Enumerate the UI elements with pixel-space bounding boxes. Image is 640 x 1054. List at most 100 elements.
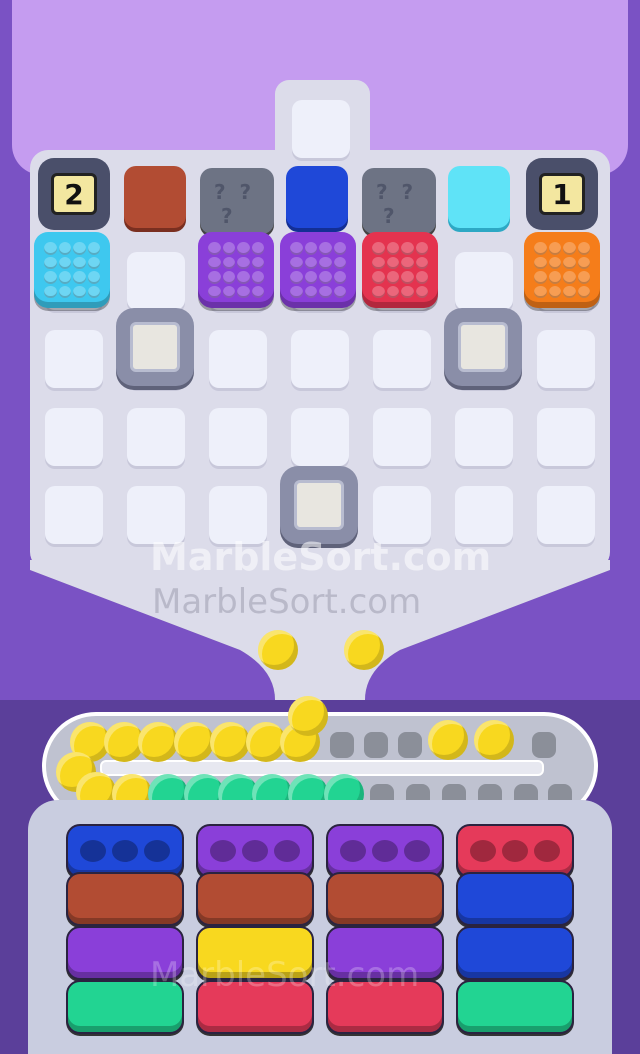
color-slot-blue[interactable] <box>286 166 348 228</box>
gear-hole <box>130 322 180 372</box>
crate-marble <box>251 271 264 284</box>
crate-marble <box>534 285 547 298</box>
crate-marble <box>58 256 71 269</box>
crate-marble <box>87 285 100 298</box>
crate-marble <box>563 256 576 269</box>
gear-slot[interactable] <box>280 466 358 544</box>
crate-marble <box>401 242 414 255</box>
crate-marble <box>208 271 221 284</box>
marble-yellow <box>288 696 328 736</box>
crate-marble <box>44 271 57 284</box>
color-slot-brick[interactable] <box>124 166 186 228</box>
mystery-stone-block[interactable] <box>362 168 436 234</box>
marble-yellow <box>428 720 468 760</box>
crate-marble <box>548 285 561 298</box>
marble-yellow <box>474 720 514 760</box>
bin-brick[interactable] <box>196 872 314 926</box>
bin-lid-purple[interactable] <box>196 824 314 878</box>
bin-hole <box>274 840 300 862</box>
crate-marble <box>333 271 346 284</box>
crate-marble <box>304 271 317 284</box>
board-cell[interactable] <box>373 330 431 388</box>
color-slot-light-cyan[interactable] <box>448 166 510 228</box>
board-cell[interactable] <box>291 408 349 466</box>
crate-marble <box>372 285 385 298</box>
crate-marble <box>319 285 332 298</box>
crate-marble <box>87 256 100 269</box>
bin-green[interactable] <box>456 980 574 1034</box>
lock-tag-1[interactable]: 1 <box>526 158 598 230</box>
board-cell[interactable] <box>209 330 267 388</box>
board-cell[interactable] <box>292 100 350 158</box>
bin-hole <box>112 840 138 862</box>
board-cell[interactable] <box>537 330 595 388</box>
crate-marble <box>577 242 590 255</box>
crate-marble <box>386 256 399 269</box>
crate-marble <box>372 256 385 269</box>
empty-track-slot <box>364 732 388 758</box>
board-cell[interactable] <box>45 486 103 544</box>
board-cell[interactable] <box>537 408 595 466</box>
board-cell[interactable] <box>127 252 185 310</box>
lock-tag-2[interactable]: 2 <box>38 158 110 230</box>
marble-crate-red[interactable] <box>362 232 438 308</box>
empty-track-slot <box>398 732 422 758</box>
crate-marble <box>319 271 332 284</box>
gear-slot[interactable] <box>116 308 194 386</box>
board-cell[interactable] <box>373 408 431 466</box>
crate-marble <box>548 256 561 269</box>
bin-lid-pink[interactable] <box>456 824 574 878</box>
crate-marble <box>304 285 317 298</box>
crate-marble <box>251 256 264 269</box>
crate-marble <box>222 285 235 298</box>
bin-brick[interactable] <box>66 872 184 926</box>
crate-marble <box>290 256 303 269</box>
crate-marble <box>73 256 86 269</box>
bin-hole <box>372 840 398 862</box>
board-cell[interactable] <box>209 408 267 466</box>
bin-lid-purple[interactable] <box>326 824 444 878</box>
board-cell[interactable] <box>537 486 595 544</box>
crate-marble <box>304 256 317 269</box>
board-cell[interactable] <box>291 330 349 388</box>
gear-hole <box>294 480 344 530</box>
board-cell[interactable] <box>455 252 513 310</box>
crate-marble <box>304 242 317 255</box>
crate-marble <box>548 271 561 284</box>
gear-slot[interactable] <box>444 308 522 386</box>
crate-marble <box>44 285 57 298</box>
bin-hole <box>534 840 560 862</box>
marble-crate-purple[interactable] <box>198 232 274 308</box>
crate-marble <box>44 256 57 269</box>
marble-yellow <box>174 722 214 762</box>
crate-marble <box>237 256 250 269</box>
crate-marble <box>58 285 71 298</box>
bin-blue[interactable] <box>456 872 574 926</box>
marble-yellow <box>344 630 384 670</box>
crate-marble <box>208 242 221 255</box>
crate-marble <box>237 242 250 255</box>
marble-crate-orange[interactable] <box>524 232 600 308</box>
crate-marble <box>251 242 264 255</box>
crate-marble <box>290 285 303 298</box>
lock-number: 2 <box>51 173 97 215</box>
bin-blue[interactable] <box>456 926 574 980</box>
bin-hole <box>502 840 528 862</box>
board-cell[interactable] <box>127 408 185 466</box>
crate-marble <box>563 242 576 255</box>
marble-crate-purple[interactable] <box>280 232 356 308</box>
mystery-stone-block[interactable] <box>200 168 274 234</box>
crate-marble <box>577 271 590 284</box>
funnel <box>0 560 640 700</box>
bin-hole <box>80 840 106 862</box>
bin-lid-blue[interactable] <box>66 824 184 878</box>
board-cell[interactable] <box>455 408 513 466</box>
marble-crate-cyan[interactable] <box>34 232 110 308</box>
crate-marble <box>44 242 57 255</box>
bin-brick[interactable] <box>326 872 444 926</box>
board-cell[interactable] <box>45 330 103 388</box>
crate-marble <box>386 271 399 284</box>
crate-marble <box>290 271 303 284</box>
lock-number: 1 <box>539 173 585 215</box>
board-cell[interactable] <box>45 408 103 466</box>
